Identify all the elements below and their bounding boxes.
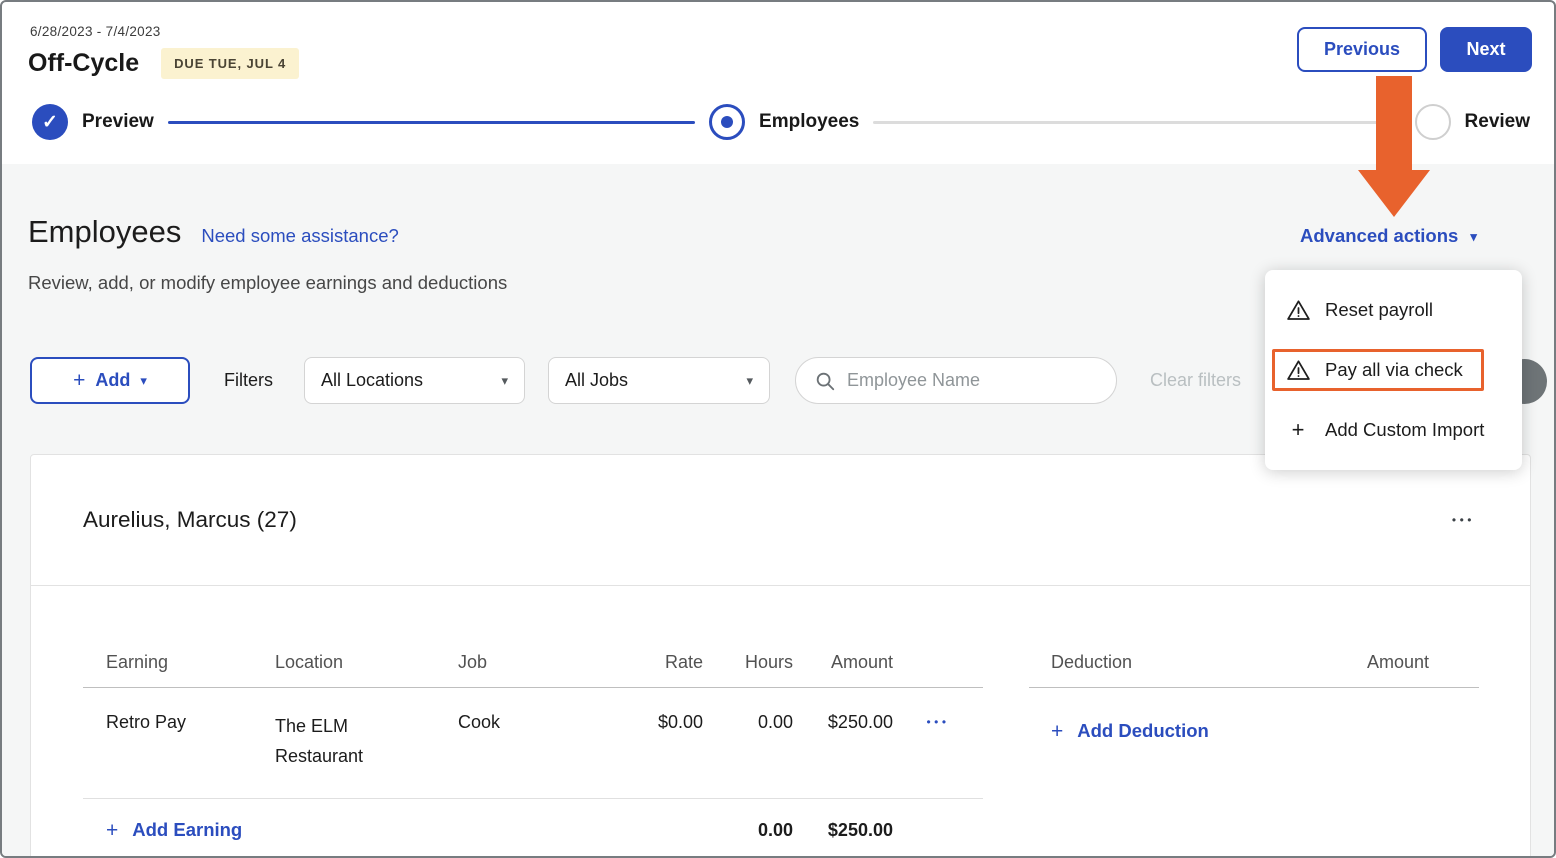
jobs-filter-value: All Jobs xyxy=(565,370,628,391)
step-employees-label[interactable]: Employees xyxy=(759,111,859,133)
chevron-down-icon: ▾ xyxy=(140,374,147,387)
earnings-table: Earning Location Job Rate Hours Amount R… xyxy=(83,652,983,841)
total-amount: $250.00 xyxy=(793,820,893,841)
search-icon xyxy=(814,370,836,392)
employee-card-header: Aurelius, Marcus (27) ••• xyxy=(31,455,1530,586)
table-gap xyxy=(983,652,1029,841)
progress-stepper: ✓ Preview Employees Review xyxy=(32,102,1530,142)
plus-icon: + xyxy=(73,370,85,391)
page-title: Employees xyxy=(28,214,181,250)
total-hours: 0.00 xyxy=(703,820,793,841)
warning-triangle-icon xyxy=(1285,298,1311,323)
deductions-table: Deduction Amount + Add Deduction xyxy=(1029,652,1479,841)
menu-item-label: Add Custom Import xyxy=(1325,419,1484,441)
add-earning-label: Add Earning xyxy=(132,819,242,841)
assistance-link[interactable]: Need some assistance? xyxy=(201,225,398,247)
menu-item-label: Reset payroll xyxy=(1325,299,1433,321)
earning-row: Retro Pay The ELM Restaurant Cook $0.00 … xyxy=(83,688,983,799)
step-preview-circle[interactable]: ✓ xyxy=(32,104,68,140)
pay-period-dates: 6/28/2023 - 7/4/2023 xyxy=(30,24,161,39)
earning-job: Cook xyxy=(458,712,613,733)
payroll-page: 6/28/2023 - 7/4/2023 Off-Cycle DUE TUE, … xyxy=(0,0,1556,858)
menu-item-pay-all-via-check[interactable]: Pay all via check xyxy=(1265,340,1522,400)
earnings-deductions-tables: Earning Location Job Rate Hours Amount R… xyxy=(31,586,1530,841)
advanced-actions-button[interactable]: Advanced actions ▾ xyxy=(1300,225,1477,247)
earning-hours: 0.00 xyxy=(703,712,793,733)
earning-rate: $0.00 xyxy=(613,712,703,733)
stepper-line-done xyxy=(168,121,695,124)
add-deduction-label: Add Deduction xyxy=(1077,720,1209,742)
chevron-down-icon: ▾ xyxy=(1470,230,1477,243)
col-rate: Rate xyxy=(613,652,703,673)
chevron-down-icon: ▾ xyxy=(746,374,753,387)
stepper-line-todo xyxy=(873,121,1400,124)
jobs-filter-select[interactable]: All Jobs ▾ xyxy=(548,357,770,404)
employee-search-box xyxy=(795,357,1117,404)
due-date-badge: DUE TUE, JUL 4 xyxy=(161,48,299,79)
step-employees-circle[interactable] xyxy=(709,104,745,140)
add-deduction-button[interactable]: + Add Deduction xyxy=(1029,688,1479,742)
add-button-label: Add xyxy=(95,370,130,391)
step-review-circle[interactable] xyxy=(1415,104,1451,140)
col-hours: Hours xyxy=(703,652,793,673)
deductions-table-header: Deduction Amount xyxy=(1029,652,1479,688)
locations-filter-select[interactable]: All Locations ▾ xyxy=(304,357,525,404)
plus-icon: + xyxy=(106,820,118,841)
col-deduction-amount: Amount xyxy=(1329,652,1479,673)
employee-name: Aurelius, Marcus (27) xyxy=(83,507,297,533)
step-preview-label[interactable]: Preview xyxy=(82,111,154,133)
col-amount: Amount xyxy=(793,652,893,673)
menu-item-reset-payroll[interactable]: Reset payroll xyxy=(1265,280,1522,340)
filters-label: Filters xyxy=(224,370,273,391)
clear-filters-button[interactable]: Clear filters xyxy=(1150,370,1241,391)
col-earning: Earning xyxy=(83,652,275,673)
earning-location: The ELM Restaurant xyxy=(275,712,393,771)
employee-search-input[interactable] xyxy=(847,370,1098,391)
page-subtitle: Review, add, or modify employee earnings… xyxy=(28,272,507,294)
payroll-title-row: Off-Cycle DUE TUE, JUL 4 xyxy=(28,48,299,79)
earnings-footer-row: + Add Earning 0.00 $250.00 xyxy=(83,799,983,841)
menu-item-label: Pay all via check xyxy=(1325,359,1463,381)
advanced-actions-menu: Reset payroll Pay all via check + Add Cu… xyxy=(1265,270,1522,470)
col-deduction: Deduction xyxy=(1029,652,1329,673)
col-location: Location xyxy=(275,652,458,673)
col-job: Job xyxy=(458,652,613,673)
check-icon: ✓ xyxy=(42,111,58,134)
employee-card: Aurelius, Marcus (27) ••• Earning Locati… xyxy=(30,454,1531,858)
current-step-dot-icon xyxy=(721,116,733,128)
payroll-type-title: Off-Cycle xyxy=(28,49,139,78)
previous-button[interactable]: Previous xyxy=(1297,27,1427,72)
earnings-table-header: Earning Location Job Rate Hours Amount xyxy=(83,652,983,688)
menu-item-add-custom-import[interactable]: + Add Custom Import xyxy=(1265,400,1522,460)
add-button[interactable]: + Add ▾ xyxy=(30,357,190,404)
earning-row-menu-icon[interactable]: ••• xyxy=(893,712,983,728)
plus-icon: + xyxy=(1051,721,1063,742)
plus-icon: + xyxy=(1285,419,1311,441)
chevron-down-icon: ▾ xyxy=(501,374,508,387)
employee-overflow-menu-icon[interactable]: ••• xyxy=(1452,514,1475,526)
earning-amount: $250.00 xyxy=(793,712,893,733)
add-earning-button[interactable]: + Add Earning xyxy=(83,819,613,841)
step-review-label[interactable]: Review xyxy=(1465,111,1530,133)
page-title-row: Employees Need some assistance? xyxy=(28,214,399,250)
next-button[interactable]: Next xyxy=(1440,27,1532,72)
earning-name: Retro Pay xyxy=(83,712,275,733)
locations-filter-value: All Locations xyxy=(321,370,423,391)
advanced-actions-label: Advanced actions xyxy=(1300,225,1458,247)
warning-triangle-icon xyxy=(1285,358,1311,383)
